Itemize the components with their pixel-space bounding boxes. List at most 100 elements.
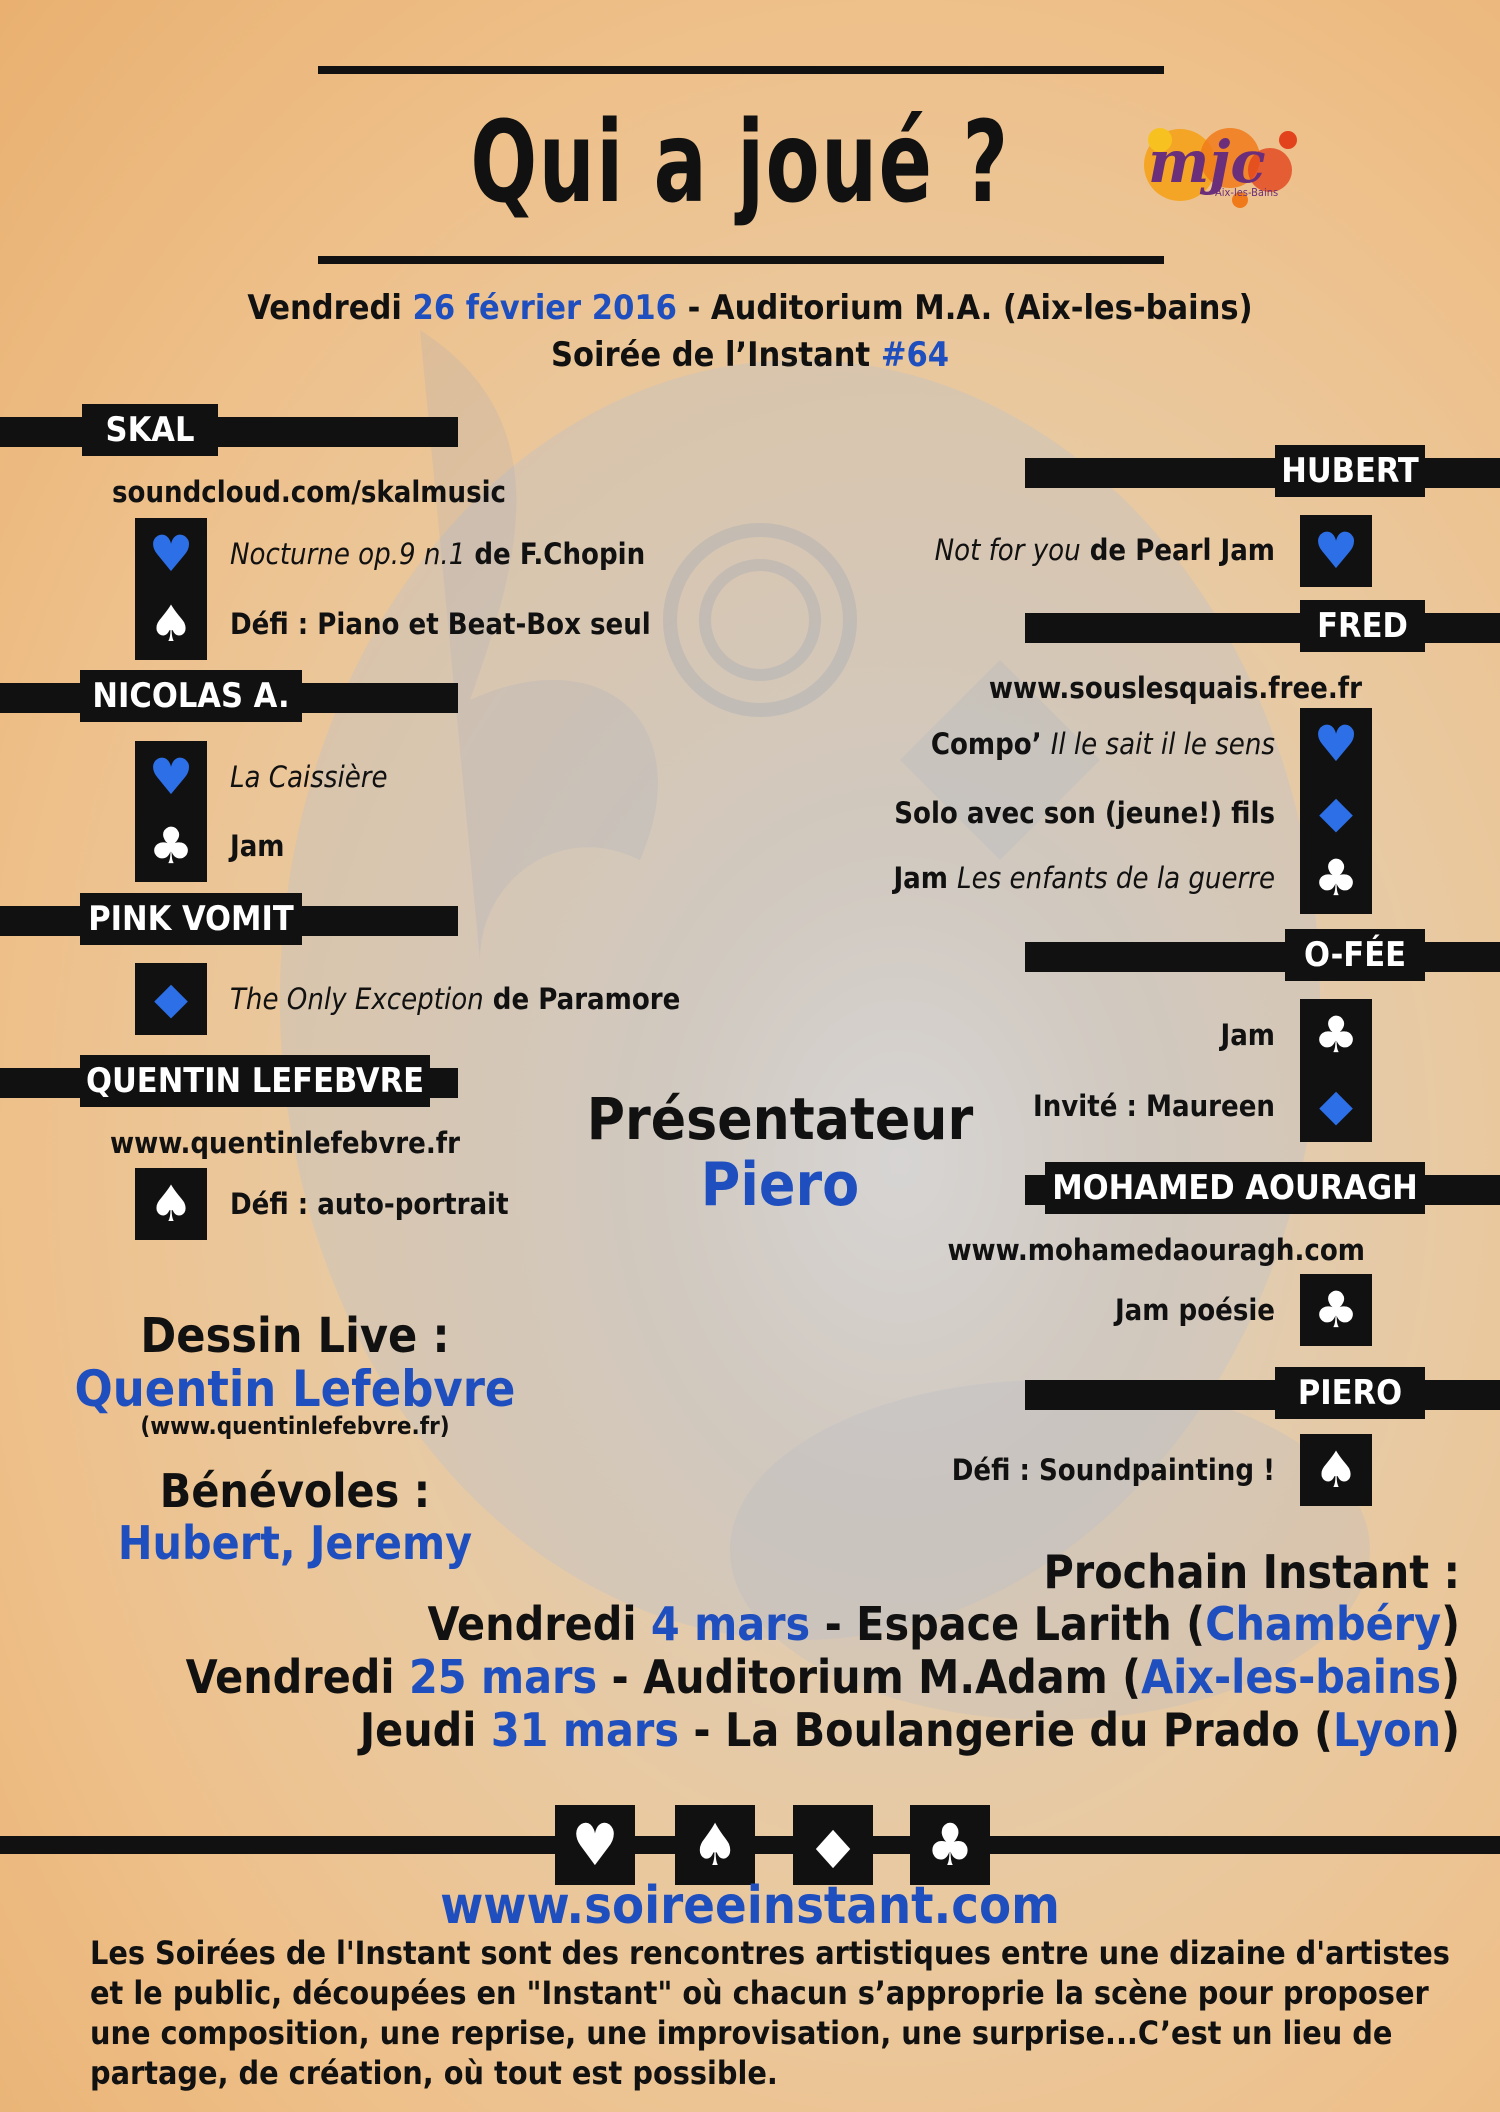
fred-item-1-prefix: Compo’ <box>930 727 1051 761</box>
skal-link: soundcloud.com/skalmusic <box>112 475 507 509</box>
volunteers-label: Bénévoles : <box>159 1464 431 1518</box>
next-date-1-day: Vendredi <box>427 1597 637 1651</box>
next-date-2-city: Aix-les-bains <box>1141 1650 1442 1704</box>
event-line: Vendredi 26 février 2016 - Auditorium M.… <box>0 288 1500 328</box>
mohamed-item-1: Jam poésie <box>1114 1293 1275 1327</box>
pinkvomit-item-1-title: The Only Exception <box>230 982 484 1016</box>
event-day: Vendredi <box>247 288 402 328</box>
spade-icon: ♠ <box>675 1805 755 1885</box>
piero-name-bar <box>1025 1380 1500 1410</box>
fred-item-1: Compo’ Il le sait il le sens <box>931 724 1275 764</box>
ofee-item-1: Jam <box>1220 1018 1276 1052</box>
title-top-rule <box>318 66 1164 74</box>
soiree-line: Soirée de l’Instant #64 <box>0 335 1500 375</box>
soiree-label: Soirée de l’Instant <box>550 335 871 375</box>
nicolas-item-2: Jam <box>230 829 285 863</box>
ofee-name-bar <box>1025 942 1500 972</box>
hubert-name-bar <box>1025 458 1500 488</box>
spade-icon: ♠ <box>135 1168 207 1240</box>
piero-item-1: Défi : Soundpainting ! <box>951 1453 1275 1487</box>
diamond-icon: ◆ <box>793 1805 873 1885</box>
mjc-logo: mjc Aix-les-Bains <box>1120 110 1320 220</box>
next-date-2-date: 25 mars <box>409 1650 598 1704</box>
event-separator: - <box>676 288 711 328</box>
fred-link: www.souslesquais.free.fr <box>988 671 1362 705</box>
hubert-item-1-title: Not for you <box>934 533 1081 567</box>
presenter-label: Présentateur <box>586 1085 974 1153</box>
artist-name-mohamed: MOHAMED AOURAGH <box>1045 1162 1425 1214</box>
pinkvomit-item-1-text: de Paramore <box>483 982 681 1016</box>
skal-name-bar <box>0 417 458 447</box>
drawing-artist: Quentin Lefebvre <box>74 1360 516 1418</box>
next-date-1-end: ) <box>1441 1597 1460 1651</box>
next-date-3-date: 31 mars <box>490 1703 679 1757</box>
diamond-icon: ◆ <box>1300 1070 1372 1142</box>
soiree-number: #64 <box>880 335 950 375</box>
next-date-2-day: Vendredi <box>185 1650 395 1704</box>
hubert-item-1: Not for you de Pearl Jam <box>935 530 1275 570</box>
next-date-1: Vendredi 4 mars - Espace Larith (Chambér… <box>428 1597 1460 1651</box>
nicolas-item-1: La Caissière <box>230 760 388 794</box>
ofee-item-2: Invité : Maureen <box>1033 1089 1275 1123</box>
presenter-name: Piero <box>700 1150 860 1220</box>
fred-item-3-prefix: Jam <box>893 861 958 895</box>
event-venue: Auditorium M.A. (Aix-les-bains) <box>710 288 1253 328</box>
club-icon: ♣ <box>135 810 207 882</box>
drawing-link: (www.quentinlefebvre.fr) <box>140 1412 450 1440</box>
next-date-1-city: Chambéry <box>1205 1597 1442 1651</box>
next-date-3-end: ) <box>1441 1703 1460 1757</box>
next-date-3: Jeudi 31 mars - La Boulangerie du Prado … <box>360 1703 1460 1757</box>
heart-icon: ♥ <box>555 1805 635 1885</box>
website-link[interactable]: www.soireeinstant.com <box>0 1876 1500 1936</box>
heart-icon: ♥ <box>1300 708 1372 780</box>
next-date-3-place: - La Boulangerie du Prado ( <box>678 1703 1333 1757</box>
skal-item-1-title: Nocturne op.9 n.1 <box>230 537 466 571</box>
next-date-2-place: - Auditorium M.Adam ( <box>597 1650 1142 1704</box>
drawing-label: Dessin Live : <box>140 1308 450 1364</box>
title-bottom-rule <box>318 256 1164 264</box>
spade-icon: ♠ <box>1300 1434 1372 1506</box>
skal-item-1: Nocturne op.9 n.1 de F.Chopin <box>230 534 645 574</box>
artist-name-piero: PIERO <box>1275 1367 1425 1419</box>
diamond-icon: ◆ <box>1300 777 1372 849</box>
artist-name-ofee: O-FÉE <box>1285 929 1425 981</box>
fred-name-bar <box>1025 613 1500 643</box>
next-date-2-end: ) <box>1441 1650 1460 1704</box>
skal-item-1-text: de F.Chopin <box>465 537 646 571</box>
volunteers-names: Hubert, Jeremy <box>117 1516 473 1570</box>
heart-icon: ♥ <box>135 518 207 590</box>
quentin-link: www.quentinlefebvre.fr <box>110 1126 460 1160</box>
artist-name-skal: SKAL <box>82 404 218 456</box>
skal-item-2: Défi : Piano et Beat-Box seul <box>230 607 651 641</box>
hubert-item-1-text: de Pearl Jam <box>1080 533 1275 567</box>
mohamed-link: www.mohamedaouragh.com <box>947 1233 1365 1267</box>
club-icon: ♣ <box>910 1805 990 1885</box>
next-date-1-place: - Espace Larith ( <box>810 1597 1206 1651</box>
artist-name-hubert: HUBERT <box>1275 445 1425 497</box>
mjc-logo-subtext: Aix-les-Bains <box>1215 186 1279 199</box>
fred-item-1-title: Il le sait il le sens <box>1050 727 1275 761</box>
pinkvomit-item-1: The Only Exception de Paramore <box>230 979 680 1019</box>
quentin-item-1: Défi : auto-portrait <box>230 1187 509 1221</box>
next-instant-label: Prochain Instant : <box>1043 1545 1460 1599</box>
next-date-1-date: 4 mars <box>650 1597 811 1651</box>
heart-icon: ♥ <box>1300 515 1372 587</box>
next-date-3-day: Jeudi <box>359 1703 477 1757</box>
fred-item-2: Solo avec son (jeune!) fils <box>894 796 1275 830</box>
spade-icon: ♠ <box>135 588 207 660</box>
description-text: Les Soirées de l'Instant sont des rencon… <box>90 1934 1450 2092</box>
poster: Qui a joué ? mjc Aix-les-Bains Vendredi … <box>0 0 1500 2112</box>
artist-name-pink-vomit: PINK VOMIT <box>80 893 302 945</box>
club-icon: ♣ <box>1300 999 1372 1071</box>
event-date: 26 février 2016 <box>412 288 677 328</box>
fred-item-3-title: Les enfants de la guerre <box>957 861 1275 895</box>
poster-title: Qui a joué ? <box>470 98 1010 228</box>
diamond-icon: ◆ <box>135 963 207 1035</box>
heart-icon: ♥ <box>135 741 207 813</box>
artist-name-quentin: QUENTIN LEFEBVRE <box>80 1055 430 1107</box>
club-icon: ♣ <box>1300 842 1372 914</box>
fred-item-3: Jam Les enfants de la guerre <box>893 858 1275 898</box>
artist-name-nicolas: NICOLAS A. <box>80 670 302 722</box>
next-date-3-city: Lyon <box>1332 1703 1442 1757</box>
artist-name-fred: FRED <box>1300 600 1425 652</box>
